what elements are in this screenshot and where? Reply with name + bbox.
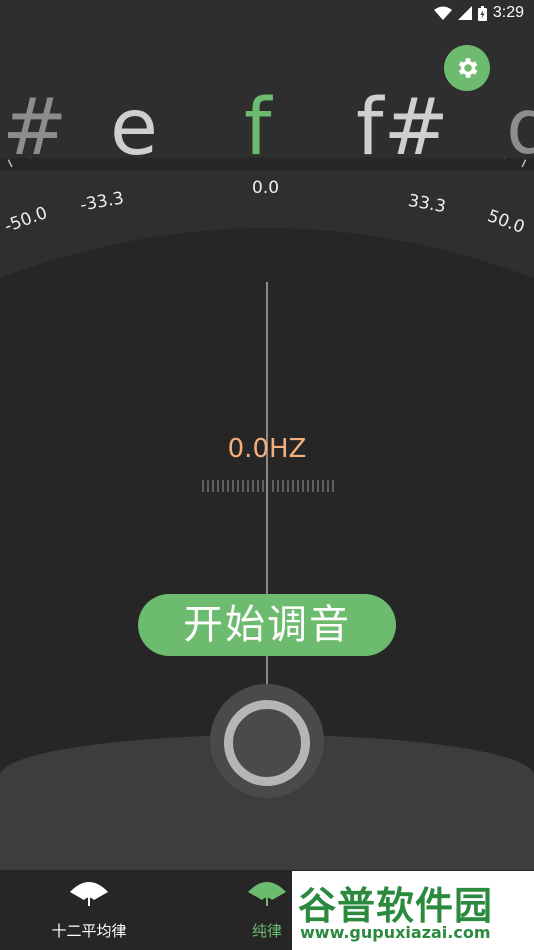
note-item[interactable]: e [110, 80, 158, 160]
note-strip[interactable]: # e f f# g [0, 80, 534, 160]
watermark: 谷普软件园 www.gupuxiazai.com [292, 871, 534, 950]
battery-icon [477, 5, 487, 21]
note-item[interactable]: # [2, 80, 67, 160]
watermark-title: 谷普软件园 [298, 884, 494, 928]
frequency-readout: 0.0HZ [227, 434, 307, 464]
nav-item-label: 十二平均律 [51, 922, 127, 940]
gear-icon [458, 58, 478, 78]
start-tuning-button[interactable]: 开始调音 [138, 594, 396, 656]
status-bar: 3:29 [0, 0, 534, 28]
scale-label: 0.0 [252, 178, 280, 198]
dial-minor-tick [7, 159, 13, 168]
note-item-active[interactable]: f [244, 80, 271, 160]
signal-icon [457, 6, 472, 20]
tuning-knob[interactable] [224, 700, 310, 786]
frequency-ticks [202, 480, 334, 492]
status-icons: 3:29 [433, 4, 524, 22]
wifi-icon [433, 6, 452, 20]
note-item[interactable]: f# [356, 80, 449, 160]
status-time: 3:29 [492, 4, 524, 21]
note-item[interactable]: g [506, 80, 534, 160]
dial-minor-tick [521, 159, 527, 168]
gauge-icon [248, 882, 286, 906]
settings-button[interactable] [444, 45, 490, 91]
watermark-url: www.gupuxiazai.com [300, 923, 491, 942]
nav-item-equal-temperament[interactable]: 十二平均律 [0, 870, 178, 950]
gauge-icon [70, 882, 108, 906]
